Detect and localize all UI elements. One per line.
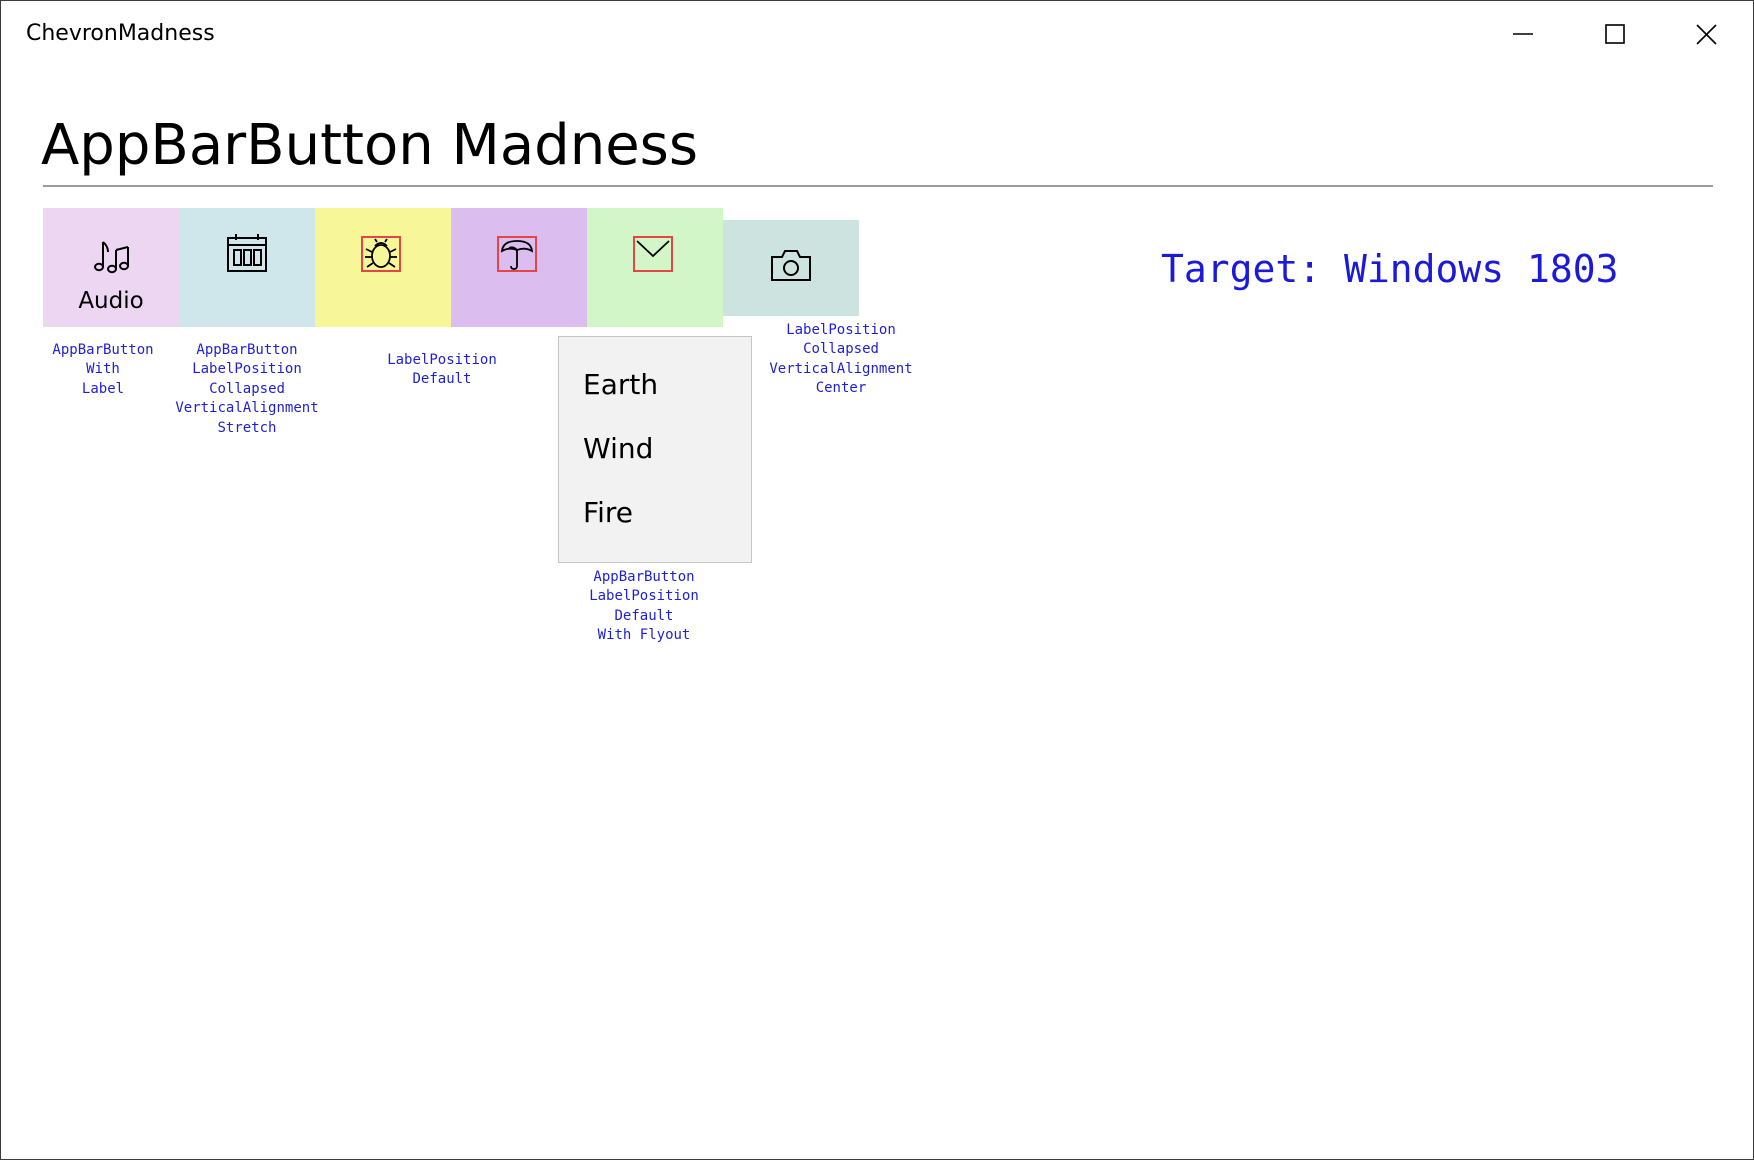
flyout-item-wind[interactable]: Wind <box>583 429 733 469</box>
camera-caption: LabelPosition Collapsed VerticalAlignmen… <box>761 321 921 399</box>
title-bar[interactable]: ChevronMadness <box>1 1 1753 69</box>
calendar-caption: AppBarButton LabelPosition Collapsed Ver… <box>167 341 327 438</box>
caption-line: Center <box>815 380 867 397</box>
bug-caption: LabelPosition Default <box>372 351 512 390</box>
window-title: ChevronMadness <box>26 21 215 46</box>
bug-appbar-button[interactable] <box>315 208 451 327</box>
maximize-button[interactable] <box>1569 1 1661 69</box>
title-divider <box>43 185 1713 187</box>
caption-line: Collapsed <box>209 380 285 397</box>
audio-appbar-button[interactable]: Audio <box>43 208 179 327</box>
mail-icon <box>636 240 670 258</box>
audio-label: Audio <box>78 288 144 314</box>
mail-caption: AppBarButton LabelPosition Default With … <box>574 568 714 646</box>
close-icon <box>1696 24 1717 45</box>
flyout-item-fire[interactable]: Fire <box>583 493 733 533</box>
flyout-menu: Earth Wind Fire <box>558 336 752 563</box>
calendar-appbar-button[interactable] <box>179 208 315 327</box>
caption-line: AppBarButton <box>52 342 154 358</box>
flyout-item-earth[interactable]: Earth <box>583 365 733 405</box>
minimize-button[interactable] <box>1477 1 1569 69</box>
caption-line: With <box>86 361 120 378</box>
close-button[interactable] <box>1661 1 1753 69</box>
music-notes-icon <box>94 241 129 274</box>
caption-line: VerticalAlignment <box>769 360 913 377</box>
minimize-icon <box>1513 33 1533 35</box>
caption-line: Default <box>614 607 674 624</box>
caption-line: Label <box>81 380 125 397</box>
caption-line: With Flyout <box>597 627 691 644</box>
caption-line: LabelPosition <box>192 361 302 378</box>
audio-caption: AppBarButton With Label <box>43 341 163 399</box>
caption-line: VerticalAlignment <box>175 400 319 417</box>
caption-line: AppBarButton <box>593 569 695 585</box>
target-label: Target: Windows 1803 <box>1161 247 1619 291</box>
caption-line: Collapsed <box>803 341 879 358</box>
maximize-icon <box>1605 24 1625 44</box>
umbrella-appbar-button[interactable] <box>451 208 587 327</box>
caption-line: LabelPosition <box>387 352 497 368</box>
mail-appbar-button[interactable] <box>587 208 723 327</box>
caption-line: LabelPosition <box>589 588 699 605</box>
caption-line: AppBarButton <box>196 342 298 358</box>
caption-line: Default <box>412 371 472 388</box>
caption-line: LabelPosition <box>786 322 896 338</box>
app-window: ChevronMadness AppBarButton Madness Audi… <box>0 0 1754 1160</box>
camera-icon <box>771 250 811 281</box>
bug-icon <box>365 238 397 268</box>
calendar-icon <box>227 234 267 272</box>
page-title: AppBarButton Madness <box>41 113 699 178</box>
camera-appbar-button[interactable] <box>723 220 859 316</box>
caption-line: Stretch <box>217 419 277 436</box>
umbrella-icon <box>500 240 534 270</box>
